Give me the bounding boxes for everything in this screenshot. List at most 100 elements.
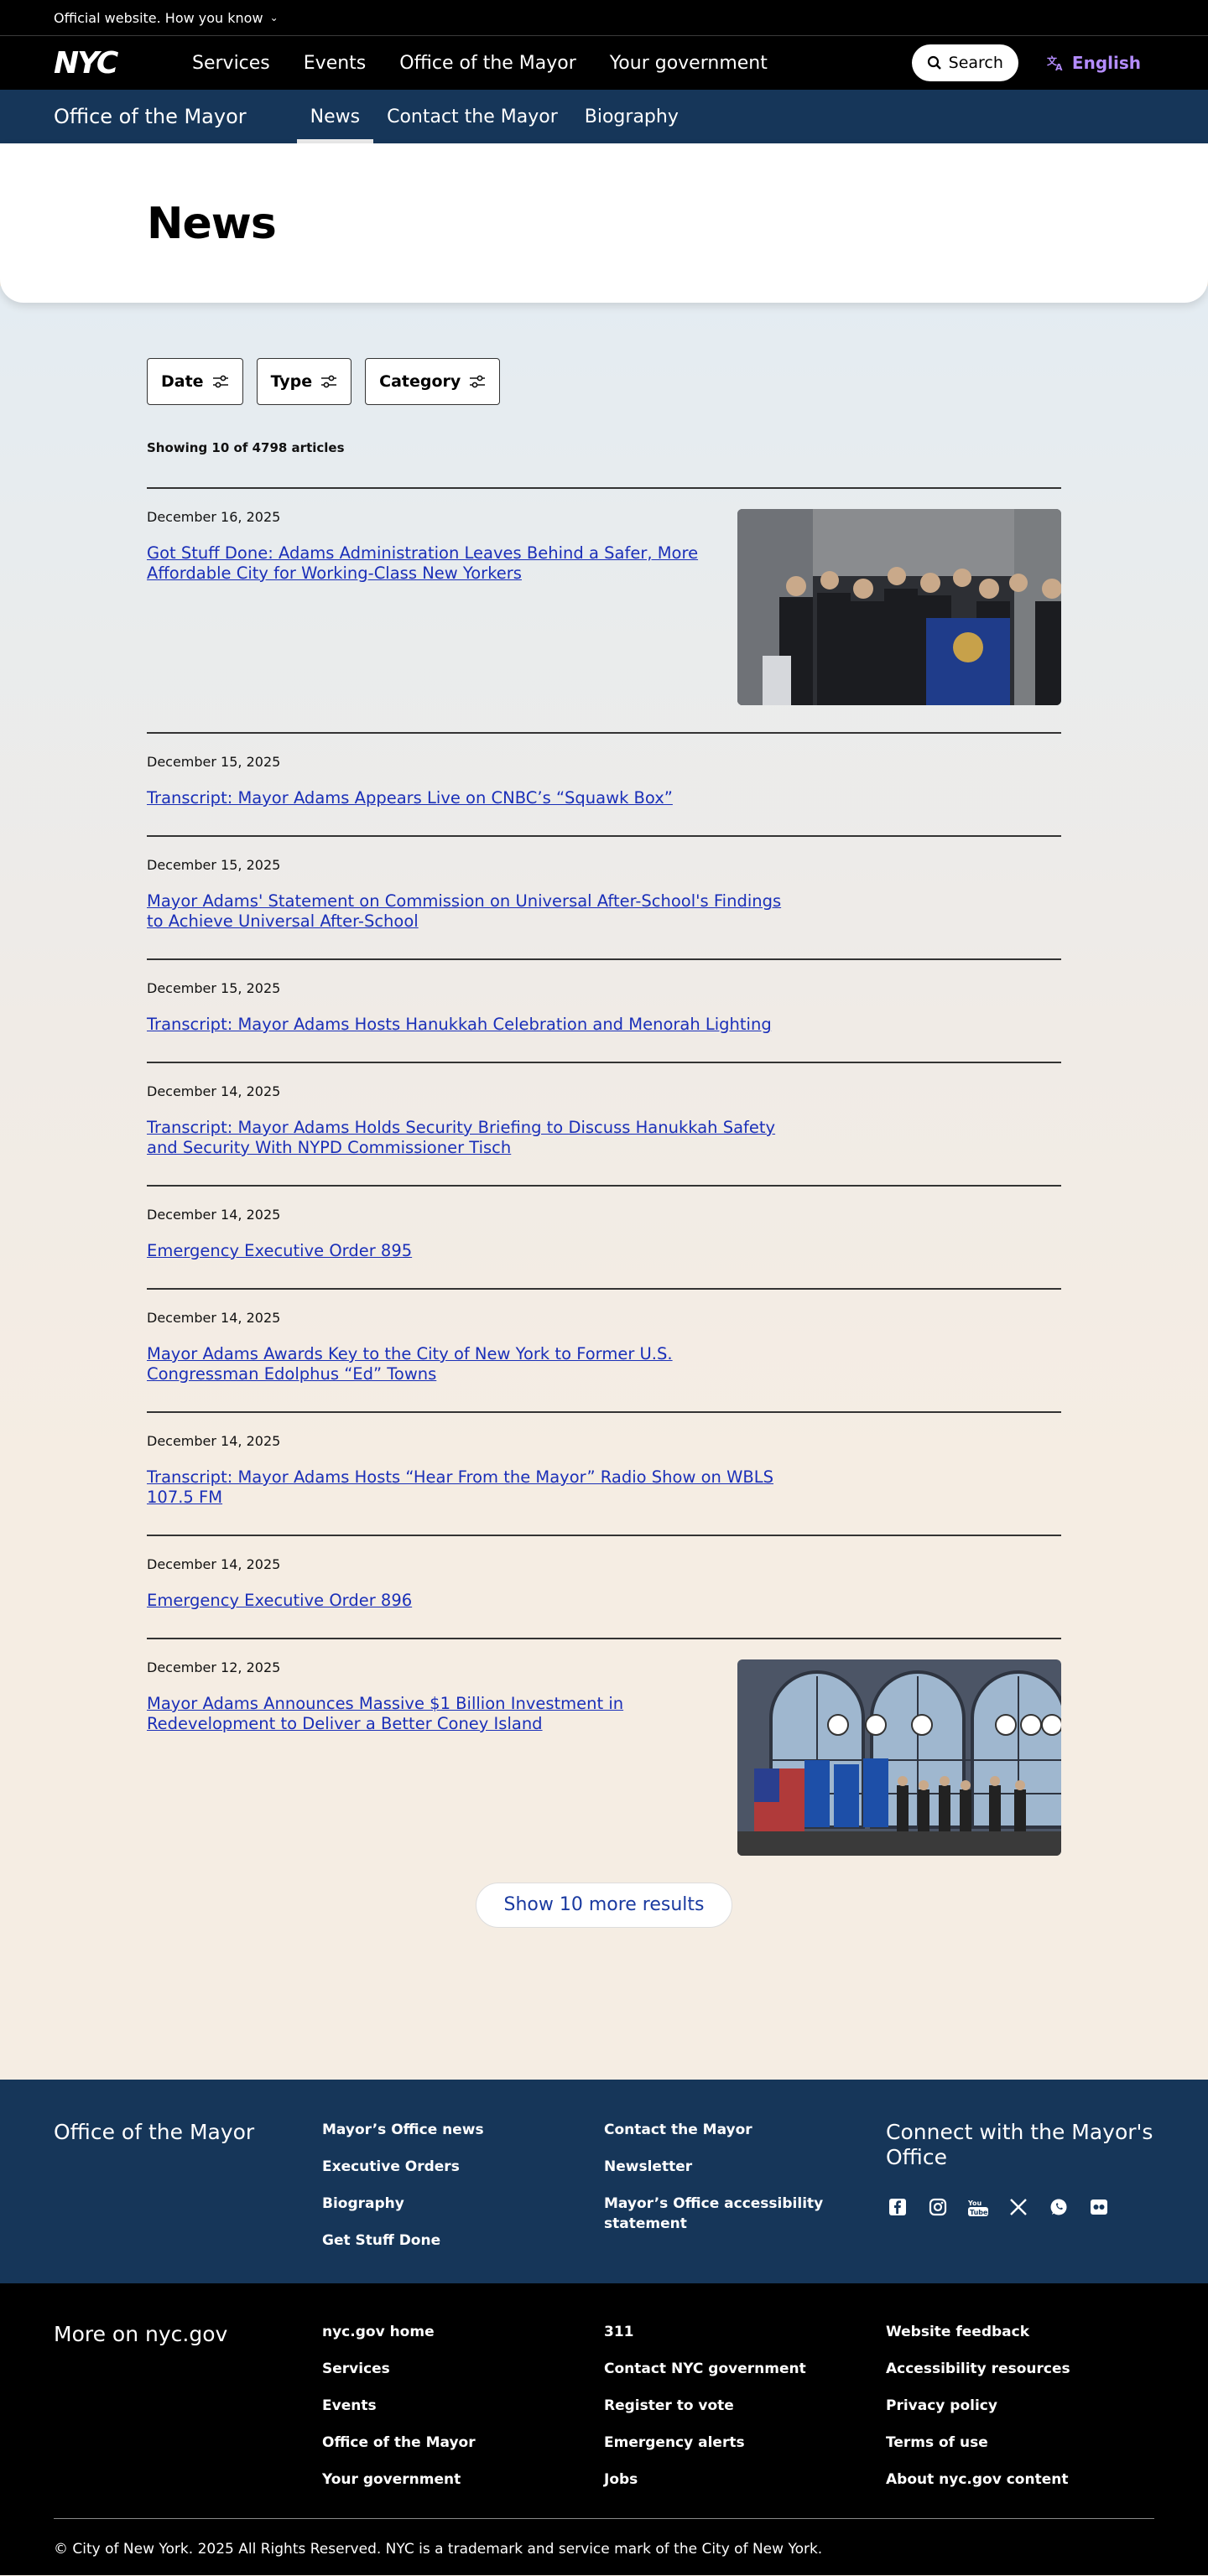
article-link[interactable]: Transcript: Mayor Adams Appears Live on … bbox=[147, 788, 784, 808]
article-link[interactable]: Got Stuff Done: Adams Administration Lea… bbox=[147, 543, 737, 584]
page-header: News bbox=[0, 143, 1208, 303]
search-label: Search bbox=[948, 54, 1003, 72]
search-icon bbox=[927, 55, 941, 70]
article-date: December 14, 2025 bbox=[147, 1433, 281, 1449]
section-title[interactable]: Office of the Mayor bbox=[54, 105, 247, 128]
section-navigation: Office of the Mayor News Contact the May… bbox=[0, 90, 1208, 143]
date-filter-button[interactable]: Date bbox=[147, 358, 243, 405]
footer-section-title: Office of the Mayor bbox=[54, 2120, 255, 2144]
nav-link-your-government[interactable]: Your government bbox=[610, 53, 768, 74]
youtube-icon[interactable]: You Tube bbox=[966, 2195, 990, 2219]
article-list: December 16, 2025 Got Stuff Done: Adams … bbox=[147, 487, 1061, 1856]
sliders-icon bbox=[321, 375, 337, 388]
article-date: December 14, 2025 bbox=[147, 1083, 281, 1099]
tab-news[interactable]: News bbox=[296, 90, 374, 143]
sliders-icon bbox=[470, 375, 486, 388]
tab-biography[interactable]: Biography bbox=[571, 90, 692, 143]
footer-link-biography[interactable]: Biography bbox=[322, 2194, 604, 2214]
flickr-icon[interactable] bbox=[1087, 2195, 1111, 2219]
instagram-icon[interactable] bbox=[926, 2195, 950, 2219]
article-item: December 15, 2025 Transcript: Mayor Adam… bbox=[147, 734, 1061, 837]
article-link[interactable]: Mayor Adams Announces Massive $1 Billion… bbox=[147, 1694, 737, 1734]
article-date: December 14, 2025 bbox=[147, 1556, 281, 1572]
footer-link-nyc-gov-home[interactable]: nyc.gov home bbox=[322, 2322, 604, 2342]
footer-link-newsletter[interactable]: Newsletter bbox=[604, 2157, 886, 2177]
footer-link-services[interactable]: Services bbox=[322, 2359, 604, 2379]
chevron-down-icon: ⌄ bbox=[269, 12, 279, 23]
article-link[interactable]: Emergency Executive Order 896 bbox=[147, 1591, 784, 1611]
sliders-icon bbox=[212, 375, 228, 388]
article-link[interactable]: Emergency Executive Order 895 bbox=[147, 1241, 784, 1261]
article-photo-coney-island[interactable] bbox=[737, 1659, 1061, 1856]
article-item: December 14, 2025 Transcript: Mayor Adam… bbox=[147, 1063, 1061, 1187]
news-listing: Date Type Category Showing 10 of 4798 ar… bbox=[0, 286, 1208, 2080]
article-date: December 15, 2025 bbox=[147, 857, 281, 873]
article-date: December 15, 2025 bbox=[147, 754, 281, 770]
language-label: English bbox=[1071, 53, 1141, 73]
footer-link-jobs[interactable]: Jobs bbox=[604, 2470, 886, 2490]
nav-link-services[interactable]: Services bbox=[192, 53, 270, 74]
results-count: Showing 10 of 4798 articles bbox=[147, 440, 345, 455]
article-item: December 14, 2025 Emergency Executive Or… bbox=[147, 1536, 1061, 1639]
footer-link-contact-nyc-government[interactable]: Contact NYC government bbox=[604, 2359, 886, 2379]
footer-link-executive-orders[interactable]: Executive Orders bbox=[322, 2157, 604, 2177]
article-photo-ceremony[interactable] bbox=[737, 509, 1061, 705]
article-link[interactable]: Mayor Adams Awards Key to the City of Ne… bbox=[147, 1344, 784, 1384]
social-links: You Tube bbox=[886, 2195, 1154, 2219]
nav-link-events[interactable]: Events bbox=[304, 53, 367, 74]
show-more-results-button[interactable]: Show 10 more results bbox=[476, 1883, 732, 1928]
footer-link-311[interactable]: 311 bbox=[604, 2322, 886, 2342]
nav-link-office-of-the-mayor[interactable]: Office of the Mayor bbox=[399, 53, 576, 74]
footer-link-register-to-vote[interactable]: Register to vote bbox=[604, 2396, 886, 2416]
article-date: December 12, 2025 bbox=[147, 1659, 281, 1675]
footer-link-accessibility-statement[interactable]: Mayor’s Office accessibility statement bbox=[604, 2194, 886, 2234]
article-item: December 15, 2025 Transcript: Mayor Adam… bbox=[147, 960, 1061, 1063]
footer-section-title: More on nyc.gov bbox=[54, 2322, 228, 2346]
language-selector[interactable]: 文A English bbox=[1047, 53, 1141, 73]
article-link[interactable]: Transcript: Mayor Adams Hosts Hanukkah C… bbox=[147, 1015, 784, 1035]
footer-link-privacy-policy[interactable]: Privacy policy bbox=[886, 2396, 1154, 2416]
page-title: News bbox=[147, 199, 277, 249]
mayor-office-footer: Office of the Mayor Mayor’s Office news … bbox=[0, 2080, 1208, 2283]
footer-link-emergency-alerts[interactable]: Emergency alerts bbox=[604, 2433, 886, 2453]
svg-text:You: You bbox=[967, 2199, 982, 2207]
translate-icon: 文A bbox=[1047, 55, 1063, 71]
official-website-banner[interactable]: Official website. How you know ⌄ bbox=[0, 0, 1208, 35]
type-filter-button[interactable]: Type bbox=[256, 358, 352, 405]
footer-link-about-nyc-gov-content[interactable]: About nyc.gov content bbox=[886, 2470, 1154, 2490]
category-filter-label: Category bbox=[379, 372, 461, 391]
article-date: December 14, 2025 bbox=[147, 1207, 281, 1223]
article-link[interactable]: Transcript: Mayor Adams Hosts “Hear From… bbox=[147, 1467, 784, 1508]
filter-bar: Date Type Category bbox=[147, 358, 1061, 405]
article-item: December 14, 2025 Emergency Executive Or… bbox=[147, 1187, 1061, 1290]
footer-link-get-stuff-done[interactable]: Get Stuff Done bbox=[322, 2231, 604, 2251]
main-navigation: NYC Services Events Office of the Mayor … bbox=[0, 35, 1208, 90]
footer-link-contact-the-mayor[interactable]: Contact the Mayor bbox=[604, 2120, 886, 2140]
footer-link-website-feedback[interactable]: Website feedback bbox=[886, 2322, 1154, 2342]
article-link[interactable]: Transcript: Mayor Adams Holds Security B… bbox=[147, 1118, 784, 1158]
category-filter-button[interactable]: Category bbox=[365, 358, 501, 405]
article-item: December 16, 2025 Got Stuff Done: Adams … bbox=[147, 489, 1061, 734]
article-link[interactable]: Mayor Adams' Statement on Commission on … bbox=[147, 891, 784, 932]
article-date: December 14, 2025 bbox=[147, 1310, 281, 1326]
connect-heading: Connect with the Mayor's Office bbox=[886, 2120, 1153, 2169]
search-button[interactable]: Search bbox=[911, 44, 1018, 81]
footer-link-accessibility-resources[interactable]: Accessibility resources bbox=[886, 2359, 1154, 2379]
type-filter-label: Type bbox=[270, 372, 313, 391]
official-banner-text: Official website. How you know bbox=[54, 9, 263, 26]
footer-link-events[interactable]: Events bbox=[322, 2396, 604, 2416]
svg-text:A: A bbox=[1055, 62, 1063, 71]
footer-link-office-of-the-mayor[interactable]: Office of the Mayor bbox=[322, 2433, 604, 2453]
footer-link-mayors-office-news[interactable]: Mayor’s Office news bbox=[322, 2120, 604, 2140]
footer-link-terms-of-use[interactable]: Terms of use bbox=[886, 2433, 1154, 2453]
tab-contact-the-mayor[interactable]: Contact the Mayor bbox=[373, 90, 571, 143]
facebook-icon[interactable] bbox=[886, 2195, 909, 2219]
whatsapp-icon[interactable] bbox=[1047, 2195, 1070, 2219]
footer-link-your-government[interactable]: Your government bbox=[322, 2470, 604, 2490]
article-item: December 14, 2025 Transcript: Mayor Adam… bbox=[147, 1413, 1061, 1536]
nyc-logo[interactable]: NYC bbox=[54, 46, 192, 80]
article-item: December 14, 2025 Mayor Adams Awards Key… bbox=[147, 1290, 1061, 1413]
article-item: December 12, 2025 Mayor Adams Announces … bbox=[147, 1639, 1061, 1856]
article-item: December 15, 2025 Mayor Adams' Statement… bbox=[147, 837, 1061, 960]
x-icon[interactable] bbox=[1007, 2195, 1030, 2219]
